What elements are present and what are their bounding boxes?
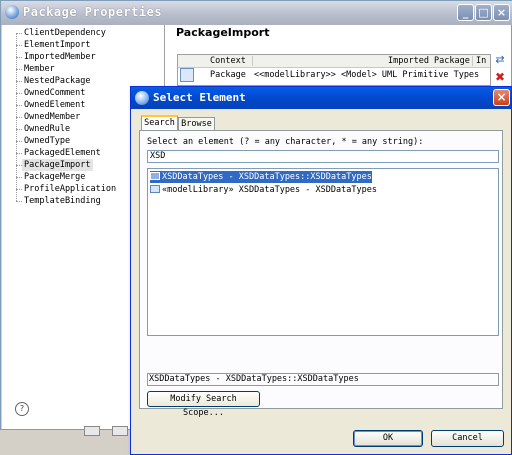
column-header-in[interactable]: In bbox=[476, 56, 486, 66]
tree-item-label: OwnedComment bbox=[24, 88, 86, 98]
cancel-button[interactable]: Cancel bbox=[431, 430, 504, 447]
package-import-icon bbox=[180, 68, 194, 82]
close-button[interactable]: × bbox=[493, 4, 510, 21]
tree-item-label: OwnedType bbox=[24, 136, 71, 146]
list-item[interactable]: XSDDataTypes - XSDDataTypes::XSDDataType… bbox=[150, 171, 372, 183]
tree-item-label: ImportedMember bbox=[24, 52, 96, 62]
minimize-button[interactable]: _ bbox=[457, 4, 474, 21]
selected-element-detail: XSDDataTypes - XSDDataTypes::XSDDataType… bbox=[147, 373, 499, 386]
table-cell-context[interactable]: Package bbox=[210, 70, 246, 80]
title-bar: Package Properties _ □ × bbox=[1, 1, 512, 25]
tree-item-label: ElementImport bbox=[24, 40, 91, 50]
dialog-title: Select Element bbox=[153, 91, 246, 104]
tree-item-label: OwnedElement bbox=[24, 100, 86, 110]
model-library-icon bbox=[150, 185, 160, 193]
window-title: Package Properties bbox=[23, 5, 163, 19]
tree-item-label: OwnedMember bbox=[24, 112, 81, 122]
tree-item-label: PackagedElement bbox=[24, 148, 101, 158]
column-header-context[interactable]: Context bbox=[210, 56, 246, 66]
table-header: Context Imported Package In bbox=[178, 55, 490, 68]
modify-search-scope-button[interactable]: Modify Search Scope... bbox=[147, 391, 260, 418]
background-button bbox=[112, 426, 128, 436]
column-header-imported-package[interactable]: Imported Package bbox=[388, 56, 470, 66]
dialog-title-bar: Select Element × bbox=[131, 87, 511, 109]
package-import-table: Context Imported Package In Package <<mo… bbox=[177, 54, 491, 86]
tree-item-label: ProfileApplication bbox=[24, 184, 117, 194]
tree-item-label: NestedPackage bbox=[24, 76, 91, 86]
delete-icon[interactable]: ✖ bbox=[493, 71, 507, 83]
app-icon bbox=[5, 5, 19, 19]
tree-item-label: Member bbox=[24, 64, 55, 74]
dialog-close-button[interactable]: × bbox=[493, 89, 510, 106]
app-icon bbox=[135, 91, 149, 105]
help-icon[interactable]: ? bbox=[15, 402, 29, 416]
select-element-dialog: Select Element × Search Browse Select an… bbox=[130, 86, 512, 455]
tree-item-label: ClientDependency bbox=[24, 28, 106, 38]
add-import-icon[interactable]: ⇄ bbox=[493, 54, 507, 66]
search-input[interactable]: XSD bbox=[147, 150, 499, 163]
background-button bbox=[84, 426, 100, 436]
tree-item-label: OwnedRule bbox=[24, 124, 71, 134]
tab-browse[interactable]: Browse bbox=[178, 117, 215, 130]
tree-item-label: PackageImport bbox=[22, 159, 93, 171]
package-icon bbox=[150, 172, 160, 180]
tab-search[interactable]: Search bbox=[141, 115, 178, 130]
ok-button[interactable]: OK bbox=[353, 430, 423, 447]
list-item[interactable]: «modelLibrary» XSDDataTypes - XSDDataTyp… bbox=[150, 184, 377, 196]
section-title: PackageImport bbox=[176, 26, 270, 39]
tree-item-label: PackageMerge bbox=[24, 172, 86, 182]
maximize-button[interactable]: □ bbox=[475, 4, 492, 21]
search-prompt-label: Select an element (? = any character, * … bbox=[147, 137, 424, 147]
table-cell-imported-package[interactable]: <<modelLibrary>> <Model> UML Primitive T… bbox=[254, 70, 479, 80]
tree-item-label: TemplateBinding bbox=[24, 196, 101, 206]
results-list[interactable]: XSDDataTypes - XSDDataTypes::XSDDataType… bbox=[147, 168, 499, 336]
